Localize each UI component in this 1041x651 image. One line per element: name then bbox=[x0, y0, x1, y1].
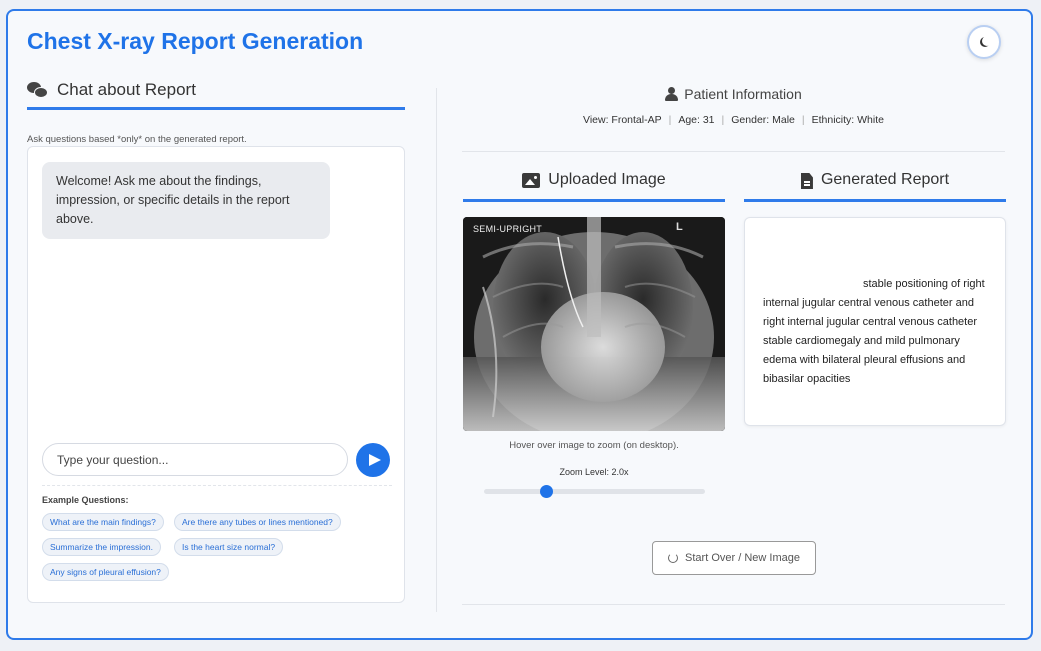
send-button[interactable] bbox=[356, 443, 390, 477]
patient-view: View: Frontal-AP bbox=[583, 114, 662, 126]
xray-image[interactable]: SEMI-UPRIGHT L bbox=[463, 217, 725, 431]
example-question-chip[interactable]: Summarize the impression. bbox=[42, 538, 161, 556]
chat-heading-label: Chat about Report bbox=[57, 80, 196, 99]
chat-input-row bbox=[42, 443, 392, 477]
zoom-slider[interactable] bbox=[484, 485, 705, 498]
moon-icon bbox=[982, 36, 992, 46]
uploaded-image-heading: Uploaded Image bbox=[463, 171, 725, 202]
xray-graphic bbox=[463, 217, 725, 431]
patient-info-heading: Patient Information bbox=[462, 86, 1005, 102]
zoom-level-label: Zoom Level: 2.0x bbox=[559, 467, 629, 477]
refresh-icon bbox=[668, 553, 679, 563]
zoom-hint: Hover over image to zoom (on desktop). bbox=[509, 440, 679, 451]
file-text-icon bbox=[800, 173, 813, 189]
app-title: Chest X-ray Report Generation bbox=[27, 28, 364, 54]
divider bbox=[42, 485, 392, 486]
report-box: stable positioning of right internal jug… bbox=[744, 217, 1006, 426]
image-icon bbox=[522, 173, 541, 188]
question-input[interactable] bbox=[42, 443, 348, 476]
start-over-label: Start Over / New Image bbox=[685, 552, 800, 564]
generated-report-heading: Generated Report bbox=[744, 171, 1006, 202]
user-doctor-icon bbox=[665, 87, 679, 101]
patient-age: Age: 31 bbox=[678, 114, 715, 126]
comments-icon bbox=[27, 82, 49, 100]
example-question-chip[interactable]: What are the main findings? bbox=[42, 513, 164, 531]
generated-report-heading-label: Generated Report bbox=[820, 171, 950, 188]
start-over-button[interactable]: Start Over / New Image bbox=[652, 541, 816, 575]
bot-welcome-message: Welcome! Ask me about the findings, impr… bbox=[42, 162, 330, 239]
patient-info-heading-label: Patient Information bbox=[684, 86, 802, 102]
panel-divider bbox=[436, 88, 437, 612]
chat-heading: Chat about Report bbox=[27, 78, 405, 110]
example-question-chip[interactable]: Any signs of pleural effusion? bbox=[42, 563, 169, 581]
divider bbox=[462, 151, 1005, 152]
patient-gender: Gender: Male bbox=[731, 114, 795, 126]
send-arrow-icon bbox=[368, 454, 381, 466]
report-text: stable positioning of right internal jug… bbox=[763, 278, 985, 385]
theme-toggle-button[interactable] bbox=[967, 25, 1001, 59]
patient-ethnicity: Ethnicity: White bbox=[811, 114, 884, 126]
examples-title: Example Questions: bbox=[42, 495, 129, 505]
divider bbox=[462, 604, 1005, 605]
example-question-chip[interactable]: Is the heart size normal? bbox=[174, 538, 284, 556]
chat-hint: Ask questions based *only* on the genera… bbox=[27, 134, 247, 145]
patient-info-line: View: Frontal-AP | Age: 31 | Gender: Male | Et… bbox=[583, 114, 884, 126]
xray-overlay-label: SEMI-UPRIGHT bbox=[473, 224, 543, 234]
uploaded-image-heading-label: Uploaded Image bbox=[548, 171, 666, 188]
chat-box: Welcome! Ask me about the findings, impr… bbox=[27, 146, 405, 603]
example-question-chip[interactable]: Are there any tubes or lines mentioned? bbox=[174, 513, 341, 531]
xray-side-marker: L bbox=[676, 221, 683, 233]
